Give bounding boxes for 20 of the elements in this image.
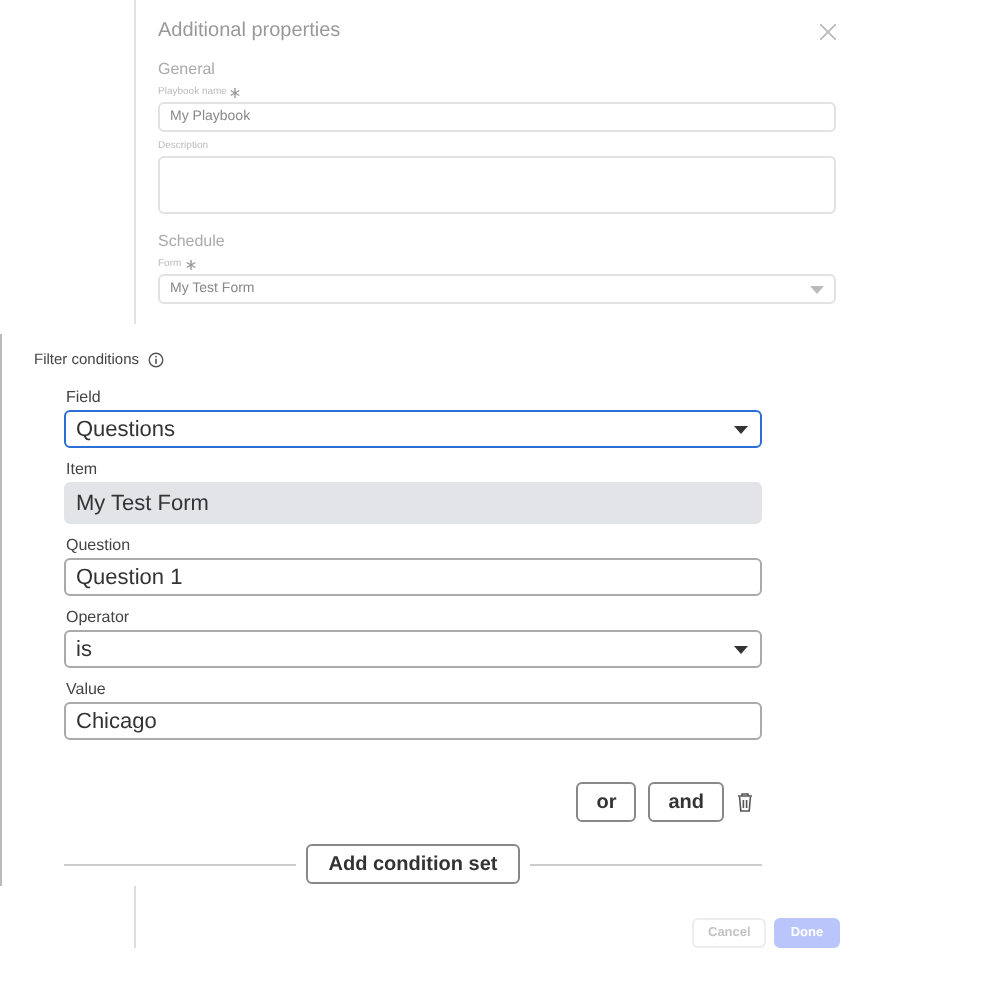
trash-icon[interactable] bbox=[736, 792, 754, 812]
dropdown[interactable]: is bbox=[64, 630, 762, 668]
field-label: Field bbox=[66, 388, 103, 406]
info-icon[interactable] bbox=[147, 351, 164, 367]
panel-title: Additional properties bbox=[158, 20, 341, 42]
logic-button[interactable]: and bbox=[648, 782, 724, 822]
field-label: Question bbox=[66, 536, 133, 554]
text-field[interactable]: Chicago bbox=[64, 702, 762, 740]
add-condition-set-button[interactable]: Add condition set bbox=[306, 844, 520, 884]
caret-icon bbox=[810, 285, 824, 293]
field-label: Operator bbox=[66, 608, 132, 626]
section-heading: General bbox=[158, 60, 217, 78]
caret-icon bbox=[734, 425, 748, 433]
section-heading: Schedule bbox=[158, 232, 227, 250]
text-field[interactable]: Question 1 bbox=[64, 558, 762, 596]
field-label: Item bbox=[66, 460, 100, 478]
dropdown[interactable]: Questions bbox=[64, 410, 762, 448]
field-label: Value bbox=[66, 680, 108, 698]
caret-icon bbox=[734, 645, 748, 653]
logic-button[interactable]: or bbox=[576, 782, 637, 822]
